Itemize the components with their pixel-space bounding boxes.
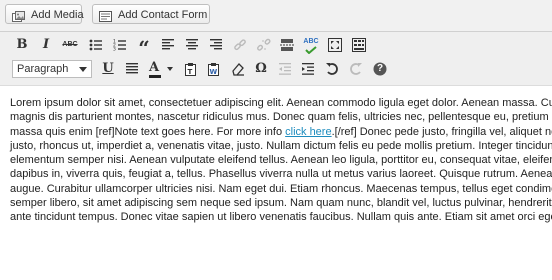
spellcheck-button[interactable]: ABC [301,35,321,55]
add-media-button[interactable]: Add Media [5,4,84,24]
eraser-icon [232,63,244,76]
media-icon [12,9,26,22]
special-character-button[interactable]: Ω [251,59,271,79]
text-color-button[interactable]: A [146,59,176,79]
svg-text:T: T [188,68,193,76]
numbered-list-icon: 1 2 3 [113,39,126,53]
undo-icon [326,63,338,75]
outdent-icon [279,63,291,75]
help-label: ? [376,63,384,74]
blockquote-button[interactable]: “ [134,35,154,60]
align-right-button[interactable] [206,35,226,55]
click-here-link[interactable]: click here [285,126,331,138]
text-line: dapibus in, viverra quis, feugiat a, tel… [10,168,552,181]
chevron-down-icon [167,67,173,71]
text-line: semper libero, sit amet adipiscing sem n… [10,197,552,210]
align-right-icon [210,39,222,50]
media-buttons-row: Add Media Add Contact Form [0,0,552,30]
remove-link-button[interactable] [254,35,274,55]
align-center-button[interactable] [182,35,202,55]
svg-text:W: W [210,68,218,76]
underline-button[interactable]: U [98,59,118,79]
text-line: Lorem ipsum dolor sit amet, consectetuer… [10,97,552,109]
svg-text:3: 3 [113,47,116,53]
text-color-label: A [149,60,160,75]
content-paragraph: Lorem ipsum dolor sit amet, consectetuer… [10,96,552,225]
align-left-button[interactable] [158,35,178,55]
text-line: justo, rhoncus ut, imperdiet a, venenati… [10,139,552,152]
text-line: massa quis enim [ref]Note text goes here… [10,125,552,139]
redo-button[interactable] [346,59,366,79]
link-icon [234,39,246,51]
paste-word-icon: W [208,63,219,76]
editor-toolbar: B I ABC 1 2 3 “ ABC Paragraph U A T W Ω … [0,32,552,84]
bold-button[interactable]: B [12,35,32,55]
spellcheck-label: ABC [303,38,319,45]
align-justify-icon [126,63,138,74]
indent-button[interactable] [298,59,318,79]
text-line: magnis dis parturient montes, nascetur r… [10,111,549,124]
bullet-list-button[interactable] [86,35,106,55]
text-color-swatch [149,75,161,78]
read-more-button[interactable] [277,35,297,55]
text-line-part: massa quis enim [ref]Note text goes here… [10,125,286,138]
read-more-icon [280,39,294,51]
text-line: elementum semper nisi. Aenean vulputate … [10,154,552,167]
paste-text-icon: T [185,63,196,76]
italic-button[interactable]: I [36,35,56,55]
bullet-list-icon [89,39,102,51]
paste-text-button[interactable]: T [181,59,201,79]
paste-word-button[interactable]: W [204,59,224,79]
add-contact-form-button[interactable]: Add Contact Form [92,4,210,24]
strikethrough-button[interactable]: ABC [60,35,80,55]
outdent-button[interactable] [275,59,295,79]
check-icon [305,46,317,54]
indent-icon [302,63,314,75]
format-select-value: Paragraph [17,63,69,75]
unlink-icon [257,38,271,51]
kitchen-sink-button[interactable] [349,35,369,55]
visual-editor: B I ABC 1 2 3 “ ABC Paragraph U A T W Ω … [0,31,552,280]
contact-form-icon [99,9,113,22]
align-left-icon [162,39,174,50]
redo-icon [350,63,362,75]
align-center-icon [186,39,198,50]
add-contact-form-label: Add Contact Form [118,9,208,21]
format-select[interactable]: Paragraph [12,60,92,78]
insert-link-button[interactable] [230,35,250,55]
add-media-label: Add Media [31,9,84,21]
chevron-down-icon [79,67,87,72]
text-line: augue. Curabitur ullamcorper ultricies n… [10,182,552,195]
undo-button[interactable] [322,59,342,79]
text-line-part: .[/ref] Donec pede justo, fringilla vel,… [331,125,552,138]
fullscreen-icon [328,38,342,52]
editor-content-area[interactable]: Lorem ipsum dolor sit amet, consectetuer… [0,85,552,280]
clear-formatting-button[interactable] [228,59,248,79]
kitchen-sink-icon [352,38,366,52]
text-line: ante tincidunt tempus. Donec vitae sapie… [10,211,552,224]
numbered-list-button[interactable]: 1 2 3 [110,35,130,55]
justify-button[interactable] [122,59,142,79]
help-button[interactable]: ? [370,59,390,79]
fullscreen-button[interactable] [325,35,345,55]
